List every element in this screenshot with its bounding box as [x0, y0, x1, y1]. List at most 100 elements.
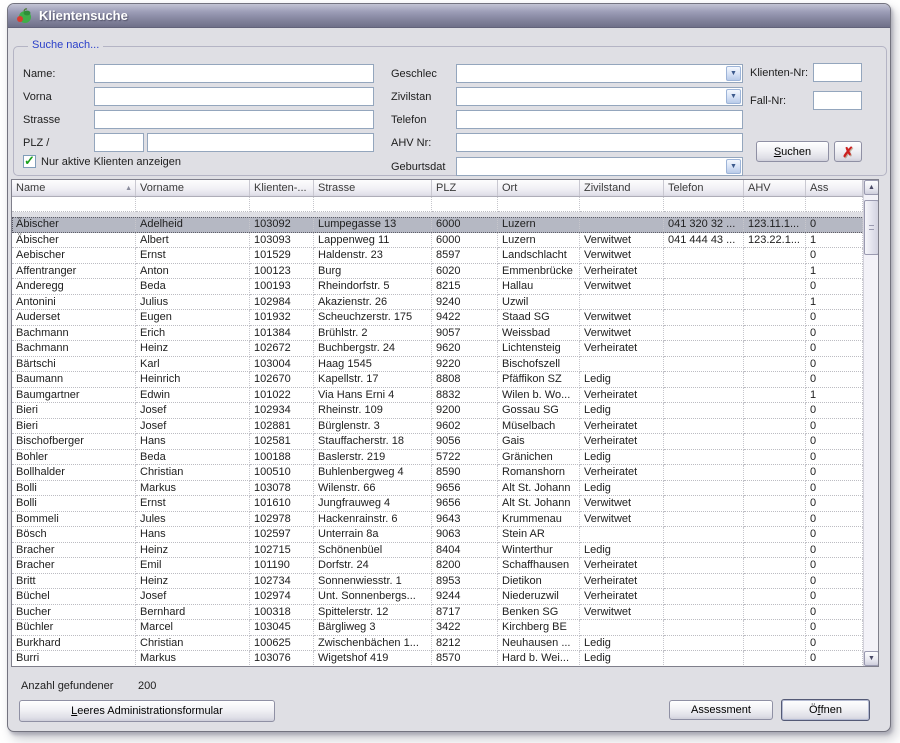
table-cell: 101190 [250, 558, 314, 574]
ort-input[interactable] [147, 133, 374, 152]
column-header-plz[interactable]: PLZ [432, 180, 498, 196]
table-row[interactable]: AndereggBeda100193Rheindorfstr. 58215Hal… [12, 279, 878, 295]
chevron-down-icon[interactable]: ▼ [726, 66, 741, 81]
column-header-strasse[interactable]: Strasse [314, 180, 432, 196]
table-row[interactable]: BüchelJosef102974Unt. Sonnenbergs...9244… [12, 589, 878, 605]
table-cell: Bucher [12, 605, 136, 621]
chevron-down-icon[interactable]: ▼ [726, 89, 741, 104]
table-cell: Verheiratet [580, 574, 664, 590]
table-row[interactable]: AntoniniJulius102984Akazienstr. 269240Uz… [12, 295, 878, 311]
filter-cell[interactable] [136, 197, 250, 212]
table-row[interactable]: BischofbergerHans102581Stauffacherstr. 1… [12, 434, 878, 450]
table-cell: Verwitwet [580, 605, 664, 621]
leeres-administrationsformular-button[interactable]: Leeres Administrationsformular [19, 700, 275, 722]
filter-cell[interactable] [498, 197, 580, 212]
table-row[interactable]: BrittHeinz102734Sonnenwiesstr. 18953Diet… [12, 574, 878, 590]
table-row[interactable]: BurriMarkus103076Wigetshof 4198570Hard b… [12, 651, 878, 667]
fall-nr-input[interactable] [813, 91, 862, 110]
table-row[interactable]: BohlerBeda100188Baslerstr. 2195722Gränic… [12, 450, 878, 466]
table-cell: Lappenweg 11 [314, 233, 432, 249]
column-header-ort[interactable]: Ort [498, 180, 580, 196]
table-row[interactable]: BolliMarkus103078Wilenstr. 669656Alt St.… [12, 481, 878, 497]
filter-cell[interactable] [664, 197, 744, 212]
table-cell: 0 [806, 326, 863, 342]
table-row[interactable]: ÄbischerAlbert103093Lappenweg 116000Luze… [12, 233, 878, 249]
table-row[interactable]: AudersetEugen101932Scheuchzerstr. 175942… [12, 310, 878, 326]
telefon-input[interactable] [456, 110, 743, 129]
suchen-button[interactable]: Suchen [756, 141, 829, 162]
oeffnen-button[interactable]: Öffnen [781, 699, 870, 721]
table-row[interactable]: BommeliJules102978Hackenrainstr. 69643Kr… [12, 512, 878, 528]
zivilstand-combo[interactable]: ▼ [456, 87, 743, 106]
table-row[interactable]: BieriJosef102934Rheinstr. 1099200Gossau … [12, 403, 878, 419]
filter-cell[interactable] [314, 197, 432, 212]
table-cell: Markus [136, 481, 250, 497]
table-row[interactable]: BracherEmil101190Dorfstr. 248200Schaffha… [12, 558, 878, 574]
table-row[interactable]: BaumgartnerEdwin101022Via Hans Erni 4883… [12, 388, 878, 404]
column-header-vorname[interactable]: Vorname [136, 180, 250, 196]
column-header-ahv[interactable]: AHV [744, 180, 806, 196]
table-cell: 9240 [432, 295, 498, 311]
table-row[interactable]: BracherHeinz102715Schönenbüel8404Wintert… [12, 543, 878, 559]
vorname-input[interactable] [94, 87, 374, 106]
strasse-input[interactable] [94, 110, 374, 129]
scroll-up-button[interactable]: ▲ [864, 180, 879, 195]
table-row[interactable]: BucherBernhard100318Spittelerstr. 128717… [12, 605, 878, 621]
column-header-zivilstand[interactable]: Zivilstand [580, 180, 664, 196]
table-row[interactable]: BüchlerMarcel103045Bärgliweg 33422Kirchb… [12, 620, 878, 636]
table-cell [744, 403, 806, 419]
table-row[interactable]: AebischerErnst101529Haldenstr. 238597Lan… [12, 248, 878, 264]
table-row[interactable]: BolliErnst101610Jungfrauweg 49656Alt St.… [12, 496, 878, 512]
results-table: Name▲VornameKlienten-...StrassePLZOrtZiv… [11, 179, 879, 667]
assessment-button[interactable]: Assessment [669, 700, 773, 720]
table-cell [744, 279, 806, 295]
table-cell: 102597 [250, 527, 314, 543]
table-cell: Baumann [12, 372, 136, 388]
table-row[interactable]: BieriJosef102881Bürglenstr. 39602Müselba… [12, 419, 878, 435]
scroll-down-button[interactable]: ▼ [864, 651, 879, 666]
column-header-klienten[interactable]: Klienten-... [250, 180, 314, 196]
column-header-name[interactable]: Name▲ [12, 180, 136, 196]
table-row[interactable]: BachmannHeinz102672Buchbergstr. 249620Li… [12, 341, 878, 357]
filter-cell[interactable] [250, 197, 314, 212]
table-cell: Adelheid [136, 217, 250, 233]
table-cell: Büchel [12, 589, 136, 605]
table-row[interactable]: BöschHans102597Unterrain 8a9063Stein AR0 [12, 527, 878, 543]
geburtsdatum-combo[interactable]: ▼ [456, 157, 743, 176]
table-cell: Auderset [12, 310, 136, 326]
table-cell: 100625 [250, 636, 314, 652]
table-row[interactable]: BärtschiKarl103004Haag 15459220Bischofsz… [12, 357, 878, 373]
filter-cell[interactable] [806, 197, 863, 212]
plz-input[interactable] [94, 133, 144, 152]
table-row[interactable]: BurkhardChristian100625Zwischenbächen 1.… [12, 636, 878, 652]
column-header-ass[interactable]: Ass [806, 180, 863, 196]
table-row[interactable]: BaumannHeinrich102670Kapellstr. 178808Pf… [12, 372, 878, 388]
filter-cell[interactable] [580, 197, 664, 212]
active-only-checkbox[interactable]: ✓ [23, 155, 36, 168]
filter-cell[interactable] [12, 197, 136, 212]
table-cell: 8590 [432, 465, 498, 481]
table-row[interactable]: BollhalderChristian100510Buhlenbergweg 4… [12, 465, 878, 481]
ahv-input[interactable] [456, 133, 743, 152]
table-cell [664, 434, 744, 450]
chevron-down-icon[interactable]: ▼ [726, 159, 741, 174]
vertical-scrollbar[interactable]: ▲ ▼ [863, 180, 878, 666]
filter-row[interactable] [12, 197, 878, 212]
table-cell: 9200 [432, 403, 498, 419]
filter-cell[interactable] [744, 197, 806, 212]
filter-cell[interactable] [432, 197, 498, 212]
scrollbar-thumb[interactable] [864, 200, 879, 255]
column-header-telefon[interactable]: Telefon [664, 180, 744, 196]
clear-search-button[interactable]: ✗ [834, 141, 862, 162]
table-row[interactable]: AffentrangerAnton100123Burg6020Emmenbrüc… [12, 264, 878, 280]
table-cell [744, 620, 806, 636]
name-input[interactable] [94, 64, 374, 83]
table-cell: Emmenbrücke [498, 264, 580, 280]
titlebar[interactable]: Klientensuche [8, 4, 890, 28]
geschlecht-combo[interactable]: ▼ [456, 64, 743, 83]
table-cell: Josef [136, 589, 250, 605]
table-row[interactable]: BachmannErich101384Brühlstr. 29057Weissb… [12, 326, 878, 342]
table-cell: 102978 [250, 512, 314, 528]
table-row[interactable]: ÄbischerAdelheid103092Lumpegasse 136000L… [12, 217, 878, 233]
klienten-nr-input[interactable] [813, 63, 862, 82]
